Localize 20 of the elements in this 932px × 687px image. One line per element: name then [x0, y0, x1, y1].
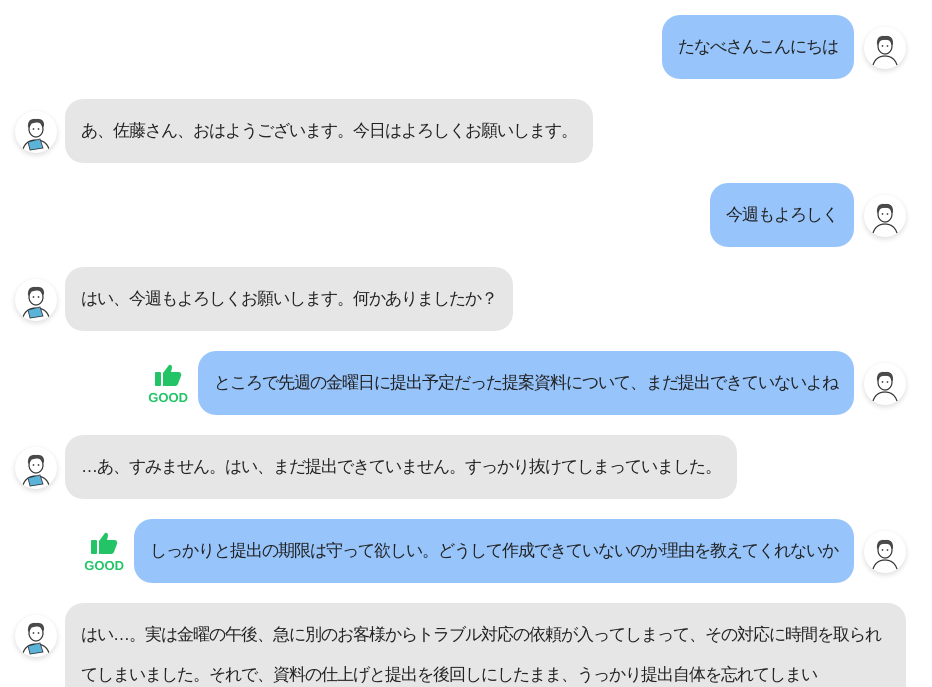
message-bubble: 今週もよろしく — [710, 183, 854, 247]
good-label: GOOD — [148, 391, 188, 404]
message-bubble: しっかりと提出の期限は守って欲しい。どうして作成できていないのか理由を教えてくれないか — [134, 519, 854, 583]
avatar-icon — [864, 27, 906, 69]
thumbs-up-icon — [90, 531, 118, 555]
message-bubble: …あ、すみません。はい、まだ提出できていません。すっかり抜けてしまっていました。 — [65, 435, 737, 499]
avatar-icon — [15, 279, 57, 321]
avatar-icon — [864, 195, 906, 237]
message-bubble: あ、佐藤さん、おはようございます。今日はよろしくお願いします。 — [65, 99, 593, 163]
good-label: GOOD — [84, 559, 124, 572]
message-bubble: はい…。実は金曜の午後、急に別のお客様からトラブル対応の依頼が入ってしまって、その対応に時間を取られてしまいました。それで、資料の仕上げと提出を後回しにしたまま、うっかり提出自体を忘れてしまい — [65, 603, 906, 687]
avatar-icon — [864, 531, 906, 573]
avatar-icon — [15, 447, 57, 489]
avatar-icon — [15, 111, 57, 153]
thumbs-up-icon — [154, 363, 182, 387]
message-bubble: ところで先週の金曜日に提出予定だった提案資料について、まだ提出できていないよね — [198, 351, 854, 415]
message-bubble: たなべさんこんにちは — [662, 15, 854, 79]
message-bubble: はい、今週もよろしくお願いします。何かありましたか？ — [65, 267, 513, 331]
avatar-icon — [864, 363, 906, 405]
avatar-icon — [15, 615, 57, 657]
